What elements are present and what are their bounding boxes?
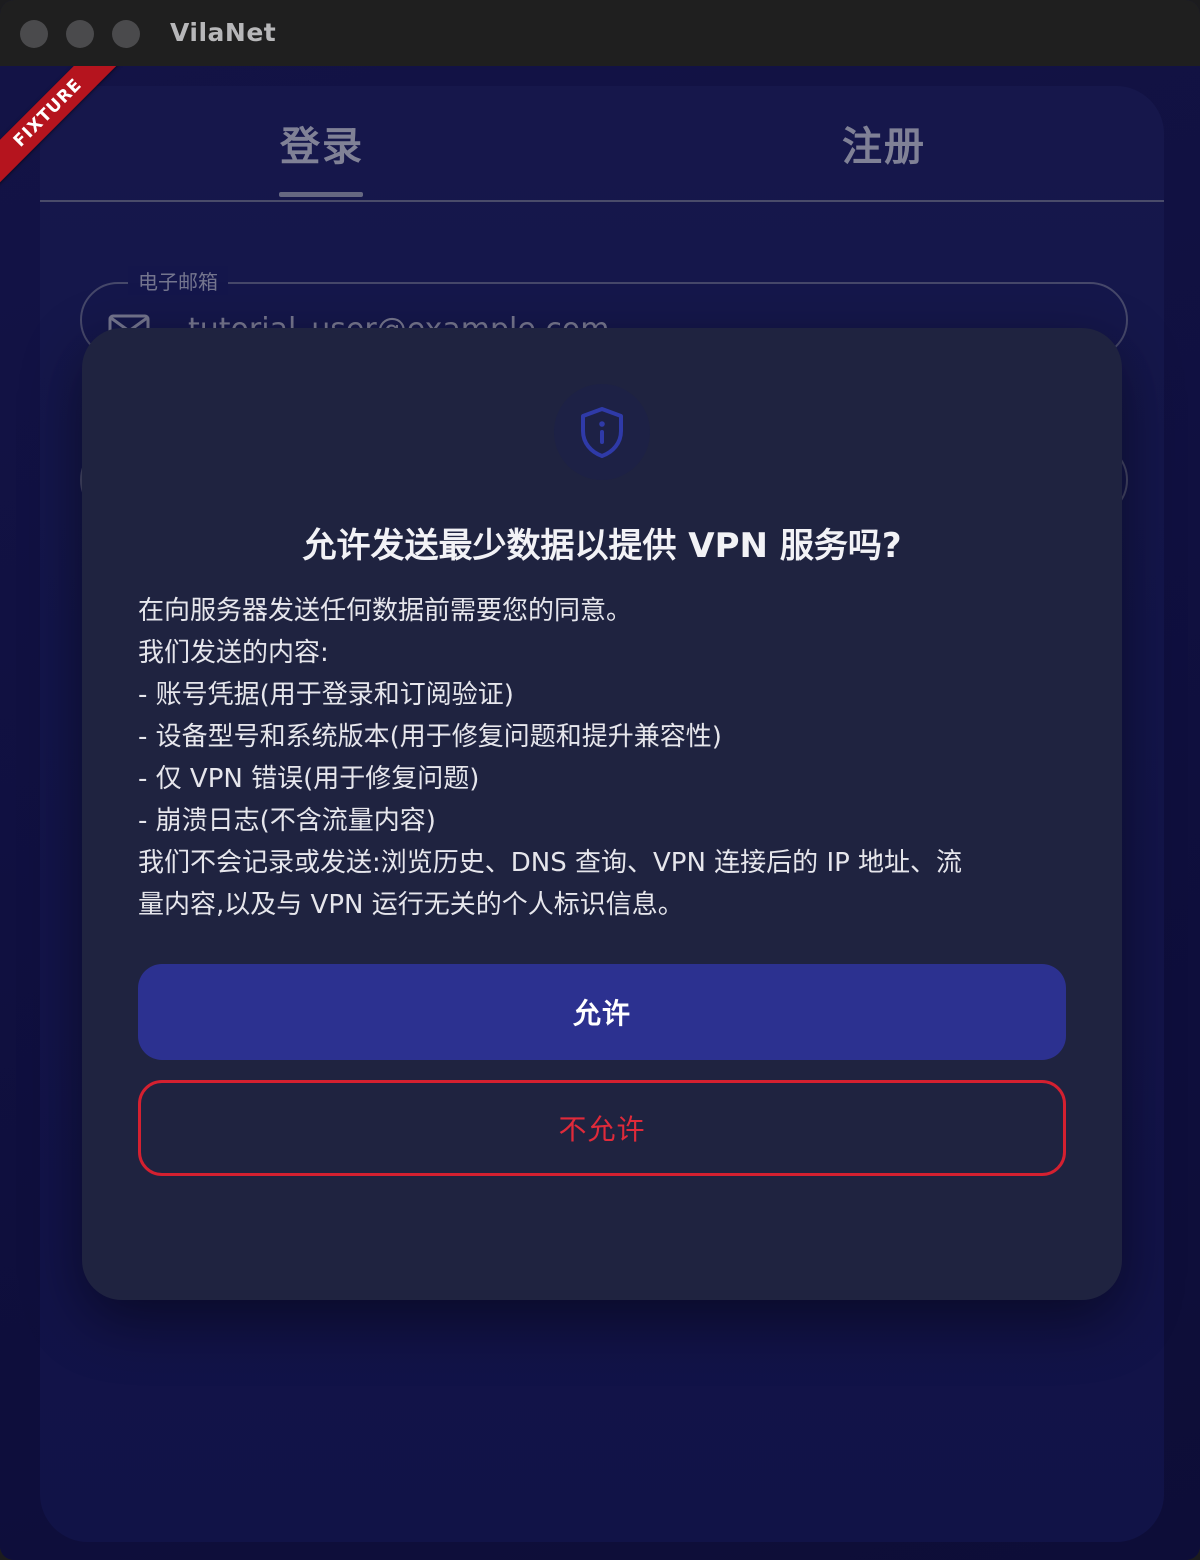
window-title: VilaNet xyxy=(170,18,277,47)
body-line: 我们发送的内容: xyxy=(138,638,329,668)
dialog-body: 在向服务器发送任何数据前需要您的同意。 我们发送的内容: - 账号凭据(用于登录… xyxy=(138,590,1068,926)
body-line: 量内容,以及与 VPN 运行无关的个人标识信息。 xyxy=(138,890,684,920)
body-line: - 设备型号和系统版本(用于修复问题和提升兼容性) xyxy=(138,722,722,752)
body-line: - 崩溃日志(不含流量内容) xyxy=(138,806,436,836)
body-line: 在向服务器发送任何数据前需要您的同意。 xyxy=(138,596,633,626)
dialog-title: 允许发送最少数据以提供 VPN 服务吗? xyxy=(302,526,902,566)
body-line: 我们不会记录或发送:浏览历史、DNS 查询、VPN 连接后的 IP 地址、流 xyxy=(138,848,963,878)
body-line: - 仅 VPN 错误(用于修复问题) xyxy=(138,764,480,794)
app-window: VilaNet 登录 注册 电子邮箱 tutorial_user@example… xyxy=(0,0,1200,1560)
fixture-ribbon: FIXTURE xyxy=(0,66,130,196)
body-line: - 账号凭据(用于登录和订阅验证) xyxy=(138,680,514,710)
close-window-button[interactable] xyxy=(20,20,48,48)
consent-dialog: 允许发送最少数据以提供 VPN 服务吗? 在向服务器发送任何数据前需要您的同意。… xyxy=(82,328,1122,1300)
minimize-window-button[interactable] xyxy=(66,20,94,48)
title-bar: VilaNet xyxy=(0,0,1200,67)
shield-info-icon xyxy=(554,384,650,480)
allow-button[interactable]: 允许 xyxy=(138,964,1066,1060)
zoom-window-button[interactable] xyxy=(112,20,140,48)
deny-button[interactable]: 不允许 xyxy=(138,1080,1066,1176)
shield-icon xyxy=(581,407,623,458)
fixture-badge: FIXTURE xyxy=(0,66,130,195)
